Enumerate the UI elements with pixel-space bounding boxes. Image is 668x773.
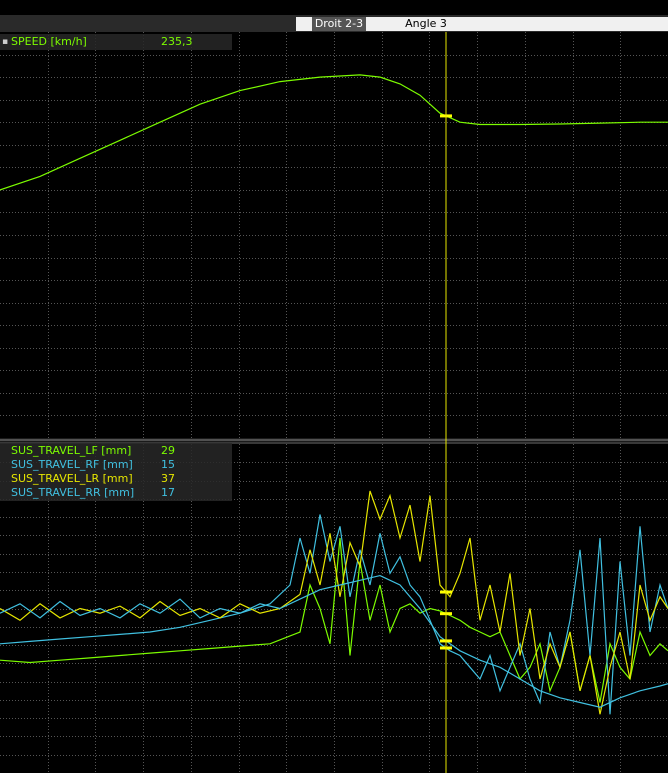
legend-name: SPEED [km/h] [11, 35, 87, 48]
segment-3[interactable] [486, 17, 668, 31]
segment-angle-3[interactable]: Angle 3 [366, 17, 486, 31]
legend-name: SUS_TRAVEL_RR [mm] [11, 486, 135, 499]
legend-value: 15 [161, 458, 175, 471]
legend-value: 235,3 [161, 35, 193, 48]
channel-marker-icon: ▪ [2, 37, 9, 47]
segment-droit-2-3[interactable]: Droit 2-3 [312, 17, 366, 31]
legend-value: 37 [161, 472, 175, 485]
series-line-1-0 [0, 537, 668, 703]
legend-value: 17 [161, 486, 175, 499]
legend-name: SUS_TRAVEL_LR [mm] [11, 472, 133, 485]
top-bar [0, 0, 668, 15]
legend-name: SUS_TRAVEL_LF [mm] [11, 444, 132, 457]
suspension-legend: SUS_TRAVEL_LF [mm] 29 SUS_TRAVEL_RF [mm]… [0, 443, 232, 501]
segment-0[interactable] [296, 17, 312, 31]
speed-legend: ▪ SPEED [km/h] 235,3 [0, 34, 232, 50]
legend-name: SUS_TRAVEL_RF [mm] [11, 458, 133, 471]
legend-value: 29 [161, 444, 175, 457]
plot-area[interactable] [0, 32, 668, 773]
